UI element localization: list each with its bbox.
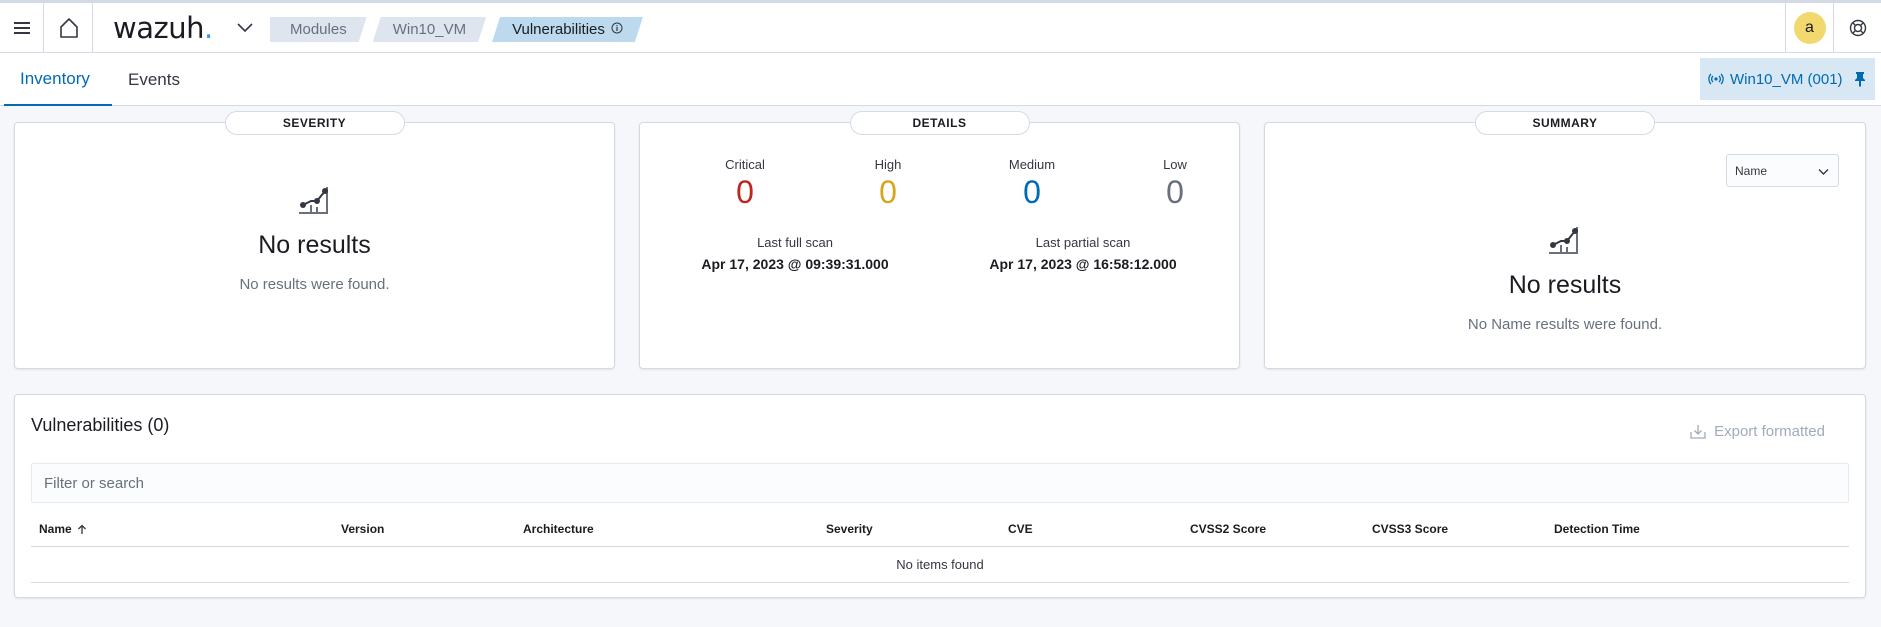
select-value: Name xyxy=(1735,163,1768,178)
column-header-architecture[interactable]: Architecture xyxy=(523,522,594,536)
breadcrumb-label: Modules xyxy=(290,21,347,38)
empty-title: No results xyxy=(1508,271,1622,299)
tab-label: Events xyxy=(128,69,180,89)
severity-label: Low xyxy=(1163,157,1187,172)
logo-text: wazuh xyxy=(113,11,204,45)
tab-inventory[interactable]: Inventory xyxy=(4,53,112,106)
breadcrumb-agent[interactable]: Win10_VM xyxy=(373,17,486,42)
last-full-scan-value: Apr 17, 2023 @ 09:39:31.000 xyxy=(701,256,889,272)
sort-up-icon xyxy=(77,524,86,534)
column-header-version[interactable]: Version xyxy=(341,522,384,536)
last-partial-scan: Last partial scan Apr 17, 2023 @ 16:58:1… xyxy=(953,235,1213,272)
empty-body: No results were found. xyxy=(239,276,390,293)
chevron-down-icon xyxy=(1818,165,1829,179)
column-header-severity[interactable]: Severity xyxy=(826,522,873,536)
logo-dot: . xyxy=(203,11,213,45)
export-label: Export formatted xyxy=(1714,423,1825,440)
download-icon xyxy=(1690,425,1706,439)
empty-text: No items found xyxy=(896,557,984,572)
help-button[interactable] xyxy=(1833,3,1881,53)
top-header: wazuh. Modules Win10_VM Vulnerabilities … xyxy=(0,0,1881,53)
details-card-title: DETAILS xyxy=(849,111,1030,135)
agent-badge[interactable]: Win10_VM (001) xyxy=(1700,58,1875,100)
empty-state: No results No results were found. xyxy=(15,183,614,293)
breadcrumb-label: Win10_VM xyxy=(392,21,467,38)
app-menu-button[interactable] xyxy=(230,3,260,53)
column-header-name[interactable]: Name xyxy=(39,522,87,536)
empty-body: No Name results were found. xyxy=(1467,316,1663,333)
vulnerabilities-title: Vulnerabilities (0) xyxy=(31,415,170,435)
severity-card-title: SEVERITY xyxy=(224,111,405,135)
home-icon xyxy=(59,18,78,38)
severity-count: 0 xyxy=(1166,174,1184,210)
info-icon[interactable] xyxy=(611,21,623,38)
avatar[interactable]: a xyxy=(1793,12,1826,44)
severity-label: High xyxy=(874,157,902,172)
breadcrumb: Modules Win10_VM Vulnerabilities xyxy=(270,17,649,42)
table-empty-row: No items found xyxy=(31,547,1849,583)
tabs-bar: Inventory Events Win10_VM (001) xyxy=(0,53,1881,106)
column-label: CVSS2 Score xyxy=(1190,522,1267,536)
column-header-cvss3-score[interactable]: CVSS3 Score xyxy=(1372,522,1448,536)
empty-title: No results xyxy=(258,231,371,259)
chevron-down-icon xyxy=(237,23,253,33)
broadcast-icon xyxy=(1708,73,1724,85)
column-label: Detection Time xyxy=(1554,522,1640,536)
severity-high[interactable]: High 0 xyxy=(828,157,948,211)
severity-count: 0 xyxy=(1023,174,1041,210)
export-formatted-button[interactable]: Export formatted xyxy=(1690,423,1825,440)
column-label: CVSS3 Score xyxy=(1372,522,1449,536)
empty-state: No results No Name results were found. xyxy=(1265,223,1865,333)
agent-badge-label: Win10_VM (001) xyxy=(1730,70,1843,88)
pin-icon[interactable] xyxy=(1853,71,1867,91)
severity-count: 0 xyxy=(879,174,897,210)
tab-label: Inventory xyxy=(20,68,90,88)
last-full-scan-label: Last full scan xyxy=(757,235,833,250)
table-header: Name Version Architecture Severity CVE C… xyxy=(31,511,1849,547)
column-label: Version xyxy=(341,522,385,536)
breadcrumb-vulnerabilities: Vulnerabilities xyxy=(492,17,643,42)
severity-low[interactable]: Low 0 xyxy=(1115,157,1235,211)
last-partial-scan-label: Last partial scan xyxy=(1035,235,1131,250)
search-input[interactable]: Filter or search xyxy=(31,463,1849,503)
column-header-detection-time[interactable]: Detection Time xyxy=(1554,522,1640,536)
severity-label: Critical xyxy=(725,157,765,172)
column-label: Severity xyxy=(826,522,873,536)
severity-label: Medium xyxy=(1008,157,1056,172)
home-button[interactable] xyxy=(45,3,93,53)
help-lifebuoy-icon xyxy=(1849,19,1866,37)
user-menu[interactable]: a xyxy=(1785,3,1833,53)
details-card: DETAILS Critical 0 High 0 Medium 0 Low 0… xyxy=(639,111,1240,369)
chart-line-icon xyxy=(15,183,614,219)
severity-count: 0 xyxy=(736,174,754,210)
wazuh-logo[interactable]: wazuh. xyxy=(113,11,213,45)
breadcrumb-modules[interactable]: Modules xyxy=(270,17,367,42)
column-label: CVE xyxy=(1008,522,1033,536)
vulnerabilities-panel: Vulnerabilities (0) Export formatted Fil… xyxy=(14,394,1866,598)
severity-medium[interactable]: Medium 0 xyxy=(972,157,1092,211)
summary-field-select[interactable]: Name xyxy=(1726,154,1839,187)
last-partial-scan-value: Apr 17, 2023 @ 16:58:12.000 xyxy=(989,256,1177,272)
column-header-cvss2-score[interactable]: CVSS2 Score xyxy=(1190,522,1266,536)
chart-line-icon xyxy=(1265,223,1865,259)
menu-button[interactable] xyxy=(0,3,44,53)
column-header-cve[interactable]: CVE xyxy=(1008,522,1033,536)
hamburger-icon xyxy=(13,22,30,34)
search-placeholder: Filter or search xyxy=(44,474,145,492)
summary-card: SUMMARY Name No results No Name results … xyxy=(1264,111,1866,369)
column-label: Architecture xyxy=(523,522,594,536)
summary-card-title: SUMMARY xyxy=(1475,111,1655,135)
severity-critical[interactable]: Critical 0 xyxy=(685,157,805,211)
last-full-scan: Last full scan Apr 17, 2023 @ 09:39:31.0… xyxy=(665,235,925,272)
severity-card: SEVERITY No results No results were foun… xyxy=(14,111,615,369)
column-label: Name xyxy=(39,522,72,536)
tab-events[interactable]: Events xyxy=(112,53,196,106)
breadcrumb-label: Vulnerabilities xyxy=(512,21,605,38)
